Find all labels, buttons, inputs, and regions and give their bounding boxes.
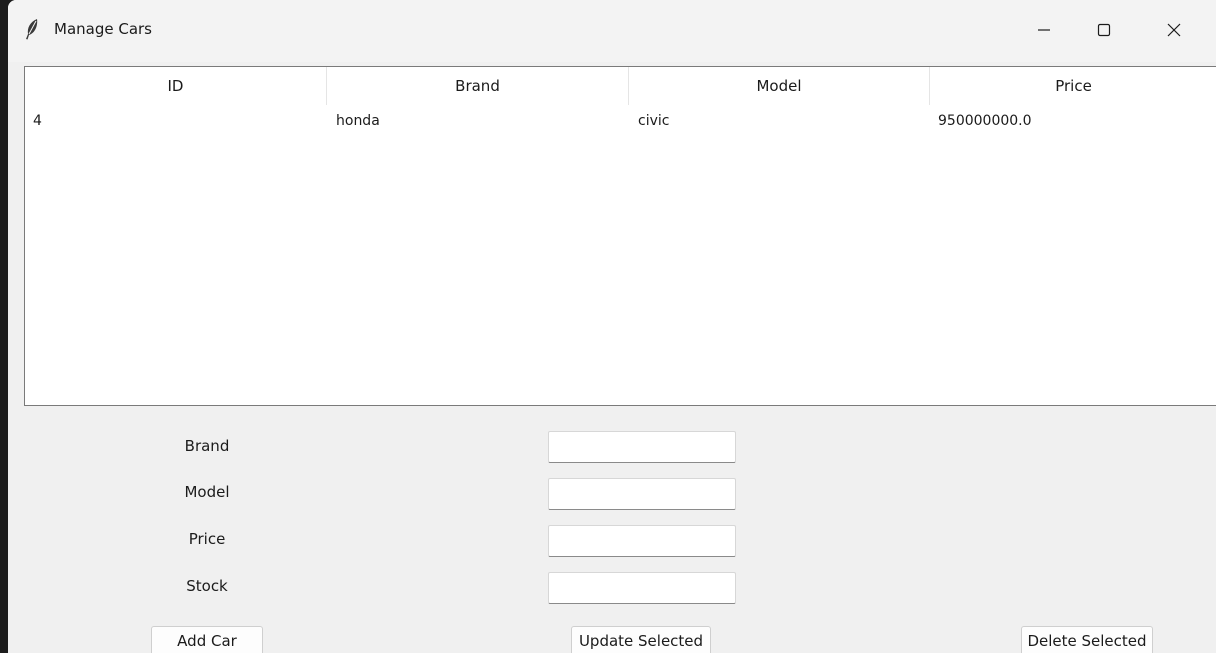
model-label: Model: [184, 483, 230, 501]
price-label: Price: [188, 530, 226, 548]
stock-input[interactable]: [548, 572, 736, 604]
brand-label: Brand: [184, 437, 230, 455]
minimize-icon: [1037, 23, 1051, 37]
brand-input[interactable]: [548, 431, 736, 463]
column-header-price[interactable]: Price: [930, 67, 1216, 105]
window-title: Manage Cars: [54, 20, 152, 38]
column-header-model[interactable]: Model: [629, 67, 930, 105]
close-button[interactable]: [1154, 14, 1194, 46]
add-car-button[interactable]: Add Car: [151, 626, 263, 653]
minimize-button[interactable]: [1024, 14, 1064, 46]
manage-cars-window: Manage Cars ID Brand Model Price 4 honda: [8, 0, 1216, 653]
close-icon: [1167, 23, 1181, 37]
cell-id: 4: [33, 113, 42, 129]
cell-price: 950000000.0: [938, 113, 1032, 129]
maximize-button[interactable]: [1084, 14, 1124, 46]
cell-brand: honda: [336, 113, 380, 129]
cell-model: civic: [638, 113, 670, 129]
stock-label: Stock: [186, 577, 228, 595]
model-input[interactable]: [548, 478, 736, 510]
table-row[interactable]: 4 honda civic 950000000.0: [25, 109, 1216, 133]
table-header: ID Brand Model Price: [25, 67, 1216, 105]
maximize-icon: [1097, 23, 1111, 37]
delete-selected-button[interactable]: Delete Selected: [1021, 626, 1153, 653]
column-header-id[interactable]: ID: [25, 67, 327, 105]
title-bar: Manage Cars: [8, 0, 1216, 62]
price-input[interactable]: [548, 525, 736, 557]
cars-table[interactable]: ID Brand Model Price 4 honda civic 95000…: [24, 66, 1216, 406]
column-header-brand[interactable]: Brand: [327, 67, 629, 105]
update-selected-button[interactable]: Update Selected: [571, 626, 711, 653]
feather-icon: [24, 18, 40, 40]
